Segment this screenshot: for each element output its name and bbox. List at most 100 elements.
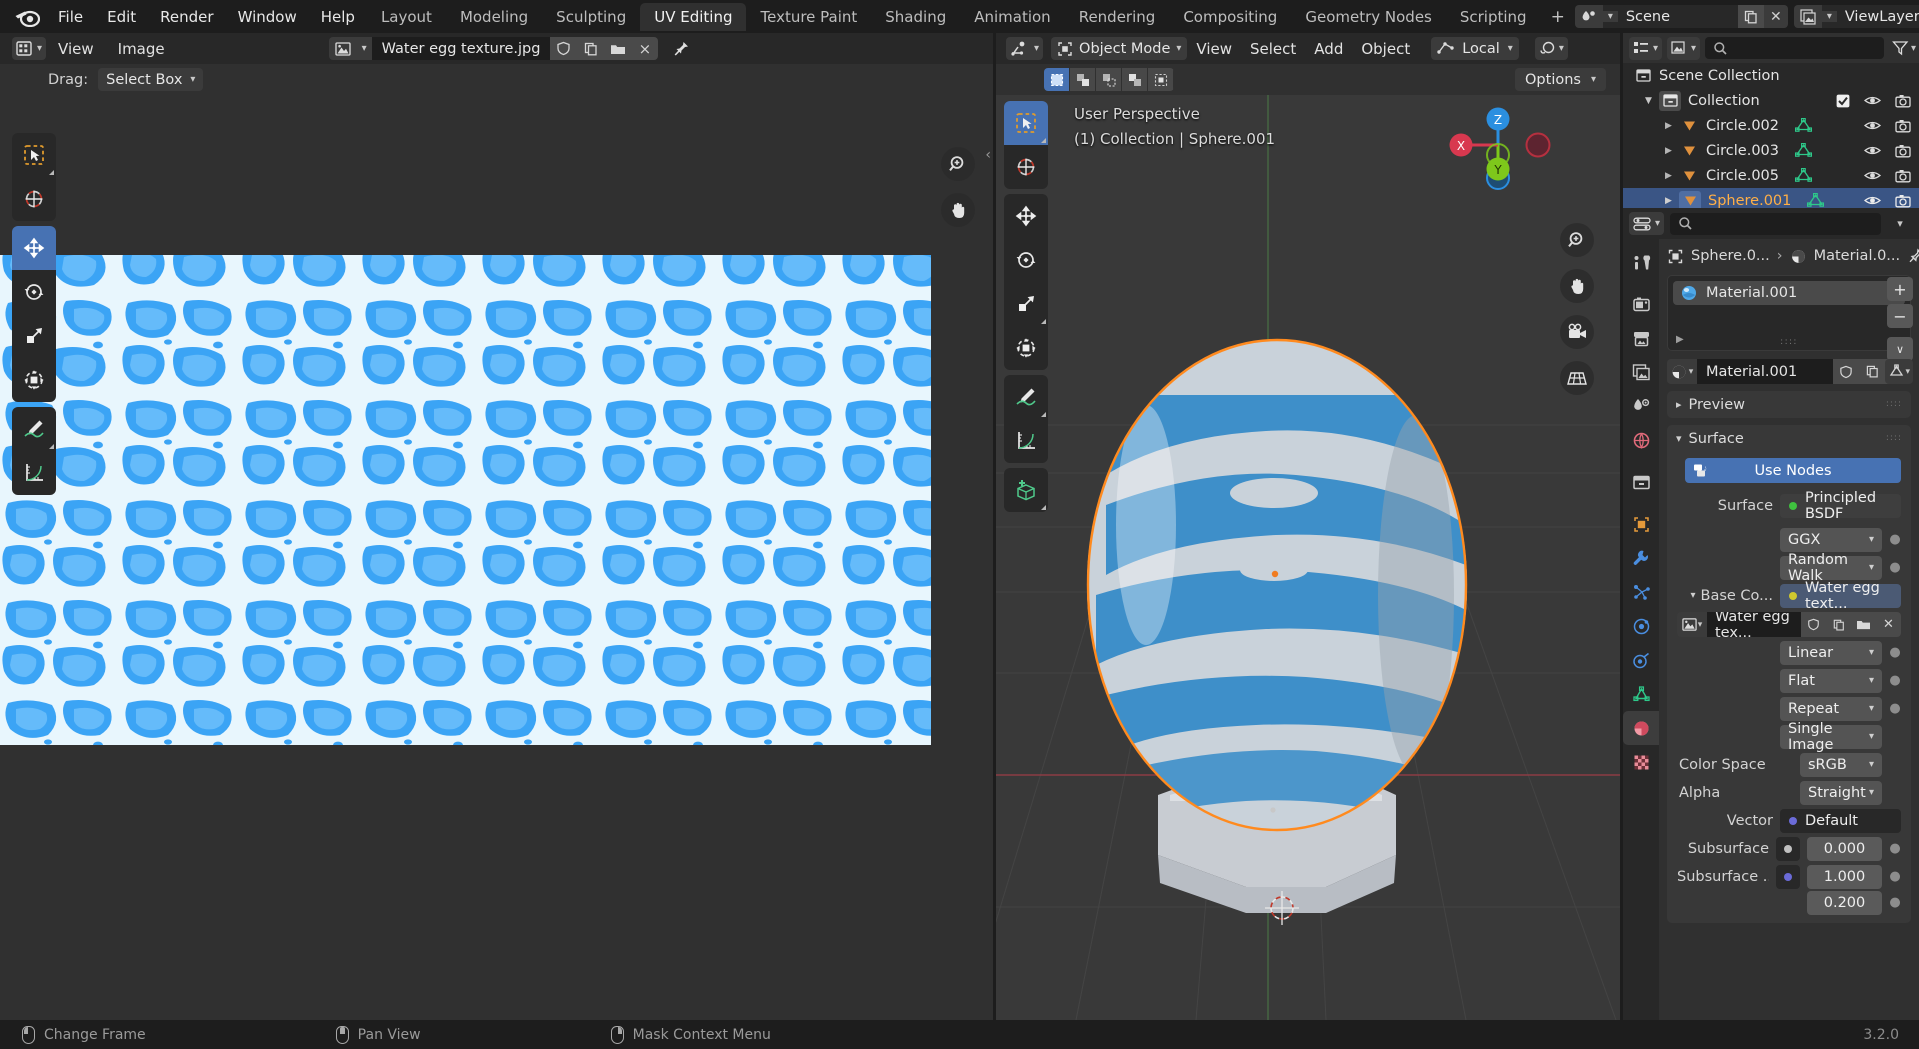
camera-render-icon[interactable] xyxy=(1895,169,1911,183)
material-name-field[interactable]: Material.001 xyxy=(1697,359,1833,384)
scene-selector[interactable]: ▾ Scene ✕ xyxy=(1574,5,1788,28)
disclosure-triangle-icon[interactable]: ▶ xyxy=(1665,146,1679,156)
menu-render[interactable]: Render xyxy=(148,6,225,28)
select-mode-set[interactable] xyxy=(1044,68,1070,91)
image-texture-name-field[interactable]: Water egg tex... xyxy=(1707,612,1801,637)
material-datablock[interactable]: ▾ Material.001 × xyxy=(1667,359,1911,384)
subsurface-socket-button[interactable] xyxy=(1776,836,1800,861)
properties-tab-scene[interactable] xyxy=(1623,389,1659,423)
properties-tab-world[interactable] xyxy=(1623,423,1659,457)
mesh-data-icon[interactable] xyxy=(1807,193,1825,208)
menu-file[interactable]: File xyxy=(46,6,95,28)
properties-tab-particles[interactable] xyxy=(1623,575,1659,609)
prop-value-base-color-texture[interactable]: Water egg text... xyxy=(1780,580,1901,612)
animate-decorator[interactable]: ● xyxy=(1889,895,1901,910)
disclosure-triangle-icon[interactable]: ▶ xyxy=(1665,196,1679,206)
base-color-disclosure-icon[interactable]: ▾ xyxy=(1690,590,1695,601)
eye-icon[interactable] xyxy=(1864,144,1881,157)
uv-tool-move[interactable] xyxy=(12,226,56,270)
properties-tab-modifier[interactable] xyxy=(1623,541,1659,575)
uv-menu-image[interactable]: Image xyxy=(106,38,177,60)
image-name-field[interactable]: Water egg texture.jpg xyxy=(371,37,551,60)
uv-tool-annotate[interactable] xyxy=(12,407,56,451)
image-chevron-down-icon[interactable]: ▾ xyxy=(356,37,372,60)
prop-value-subsurface[interactable]: 0.000 xyxy=(1807,836,1882,861)
properties-tab-render[interactable] xyxy=(1623,287,1659,321)
prop-value-surface-bsdf[interactable]: Principled BSDF xyxy=(1780,490,1901,522)
uv-menu-view[interactable]: View xyxy=(46,38,106,60)
blender-logo-icon[interactable] xyxy=(14,5,40,29)
disclosure-triangle-icon[interactable]: ▶ xyxy=(1665,121,1679,131)
viewport-tool-annotate[interactable] xyxy=(1004,375,1048,419)
material-copy-icon[interactable] xyxy=(1859,359,1885,384)
select-mode-intersect[interactable] xyxy=(1148,68,1174,91)
outliner-search-input[interactable] xyxy=(1705,37,1884,59)
animate-decorator[interactable]: ● xyxy=(1889,869,1901,884)
panel-grip[interactable]: :::: xyxy=(1886,400,1902,409)
interaction-mode-dropdown[interactable]: Object Mode ▾ xyxy=(1051,37,1188,60)
disclosure-triangle-icon[interactable]: ▶ xyxy=(1665,171,1679,181)
scene-chevron-down-icon[interactable]: ▾ xyxy=(1602,11,1618,22)
uv-editor-type-button[interactable]: ▾ xyxy=(12,37,47,60)
properties-tab-object-data[interactable] xyxy=(1623,677,1659,711)
prop-dropdown-extension[interactable]: Repeat ▾ xyxy=(1780,696,1882,721)
image-texture-fake-user-shield-icon[interactable] xyxy=(1801,612,1826,637)
material-fake-user-shield-icon[interactable] xyxy=(1833,359,1859,384)
mesh-data-icon[interactable] xyxy=(1795,168,1813,183)
outliner-row-circle-002[interactable]: ▶ Circle.002 xyxy=(1623,113,1919,138)
workspace-tab-modeling[interactable]: Modeling xyxy=(446,3,542,31)
viewport-perspective-icon[interactable] xyxy=(1560,361,1594,395)
workspace-tab-sculpting[interactable]: Sculpting xyxy=(542,3,640,31)
image-texture-copy-icon[interactable] xyxy=(1826,612,1851,637)
uv-pin-icon[interactable] xyxy=(668,37,694,60)
camera-render-icon[interactable] xyxy=(1895,144,1911,158)
mesh-data-icon[interactable] xyxy=(1795,143,1813,158)
prop-dropdown-alpha[interactable]: Straight ▾ xyxy=(1800,780,1882,805)
workspace-tab-animation[interactable]: Animation xyxy=(960,3,1064,31)
menu-edit[interactable]: Edit xyxy=(95,6,148,28)
material-data-link-button[interactable]: ▾ xyxy=(1885,359,1913,384)
uv-tool-rotate[interactable] xyxy=(12,270,56,314)
select-mode-invert[interactable] xyxy=(1122,68,1148,91)
properties-tab-constraints[interactable] xyxy=(1623,643,1659,677)
prop-value-subsurface-radius-y[interactable]: 0.200 xyxy=(1807,890,1882,915)
workspace-tab-rendering[interactable]: Rendering xyxy=(1065,3,1170,31)
material-slot-specials-button[interactable]: ∨ xyxy=(1887,337,1913,361)
animate-decorator[interactable]: ● xyxy=(1889,560,1901,575)
prop-dropdown-color-space[interactable]: sRGB ▾ xyxy=(1800,752,1882,777)
uv-tool-scale[interactable] xyxy=(12,314,56,358)
viewport-tool-scale[interactable] xyxy=(1004,282,1048,326)
viewlayer-name[interactable]: ViewLayer xyxy=(1837,9,1919,25)
image-browse-icon[interactable]: ▾ xyxy=(1677,612,1707,637)
select-mode-subtract[interactable] xyxy=(1096,68,1122,91)
uv-canvas[interactable]: ‹ xyxy=(0,95,993,1020)
eye-icon[interactable] xyxy=(1864,194,1881,207)
uv-pan-icon[interactable] xyxy=(941,193,975,227)
uv-tool-measure[interactable] xyxy=(12,451,56,495)
proportional-edit-icon[interactable]: ▾ xyxy=(1534,37,1568,60)
viewport-menu-object[interactable]: Object xyxy=(1352,38,1419,60)
image-open-folder-icon[interactable] xyxy=(604,37,632,60)
outliner-row-collection[interactable]: ▼ Collection xyxy=(1623,88,1919,113)
outliner-row-circle-005[interactable]: ▶ Circle.005 xyxy=(1623,163,1919,188)
eye-icon[interactable] xyxy=(1864,169,1881,182)
properties-tab-tool[interactable] xyxy=(1623,245,1659,279)
viewport-canvas[interactable]: User Perspective (1) Collection | Sphere… xyxy=(996,95,1620,1020)
workspace-tab-texture-paint[interactable]: Texture Paint xyxy=(746,3,871,31)
uv-zoom-icon[interactable] xyxy=(941,147,975,181)
image-unlink-icon[interactable]: × xyxy=(631,37,659,60)
use-nodes-button[interactable]: Use Nodes xyxy=(1685,458,1901,483)
breadcrumb-object-label[interactable]: Sphere.0... xyxy=(1691,248,1770,264)
material-list-expand-icon[interactable]: ▶ xyxy=(1676,334,1684,345)
animate-decorator[interactable]: ● xyxy=(1889,532,1901,547)
panel-preview-header[interactable]: ▸ Preview :::: xyxy=(1667,391,1911,418)
remove-material-slot-button[interactable]: − xyxy=(1887,304,1913,328)
disclosure-triangle-icon[interactable]: ▼ xyxy=(1645,96,1659,106)
eye-icon[interactable] xyxy=(1864,94,1881,107)
camera-render-icon[interactable] xyxy=(1895,194,1911,208)
viewport-camera-icon[interactable] xyxy=(1560,315,1594,349)
outliner-filter-icon[interactable]: ▾ xyxy=(1889,40,1919,56)
material-list-grip[interactable]: :::: xyxy=(1780,338,1798,347)
camera-render-icon[interactable] xyxy=(1895,94,1911,108)
outliner-editor-type-button[interactable]: ▾ xyxy=(1629,36,1663,60)
